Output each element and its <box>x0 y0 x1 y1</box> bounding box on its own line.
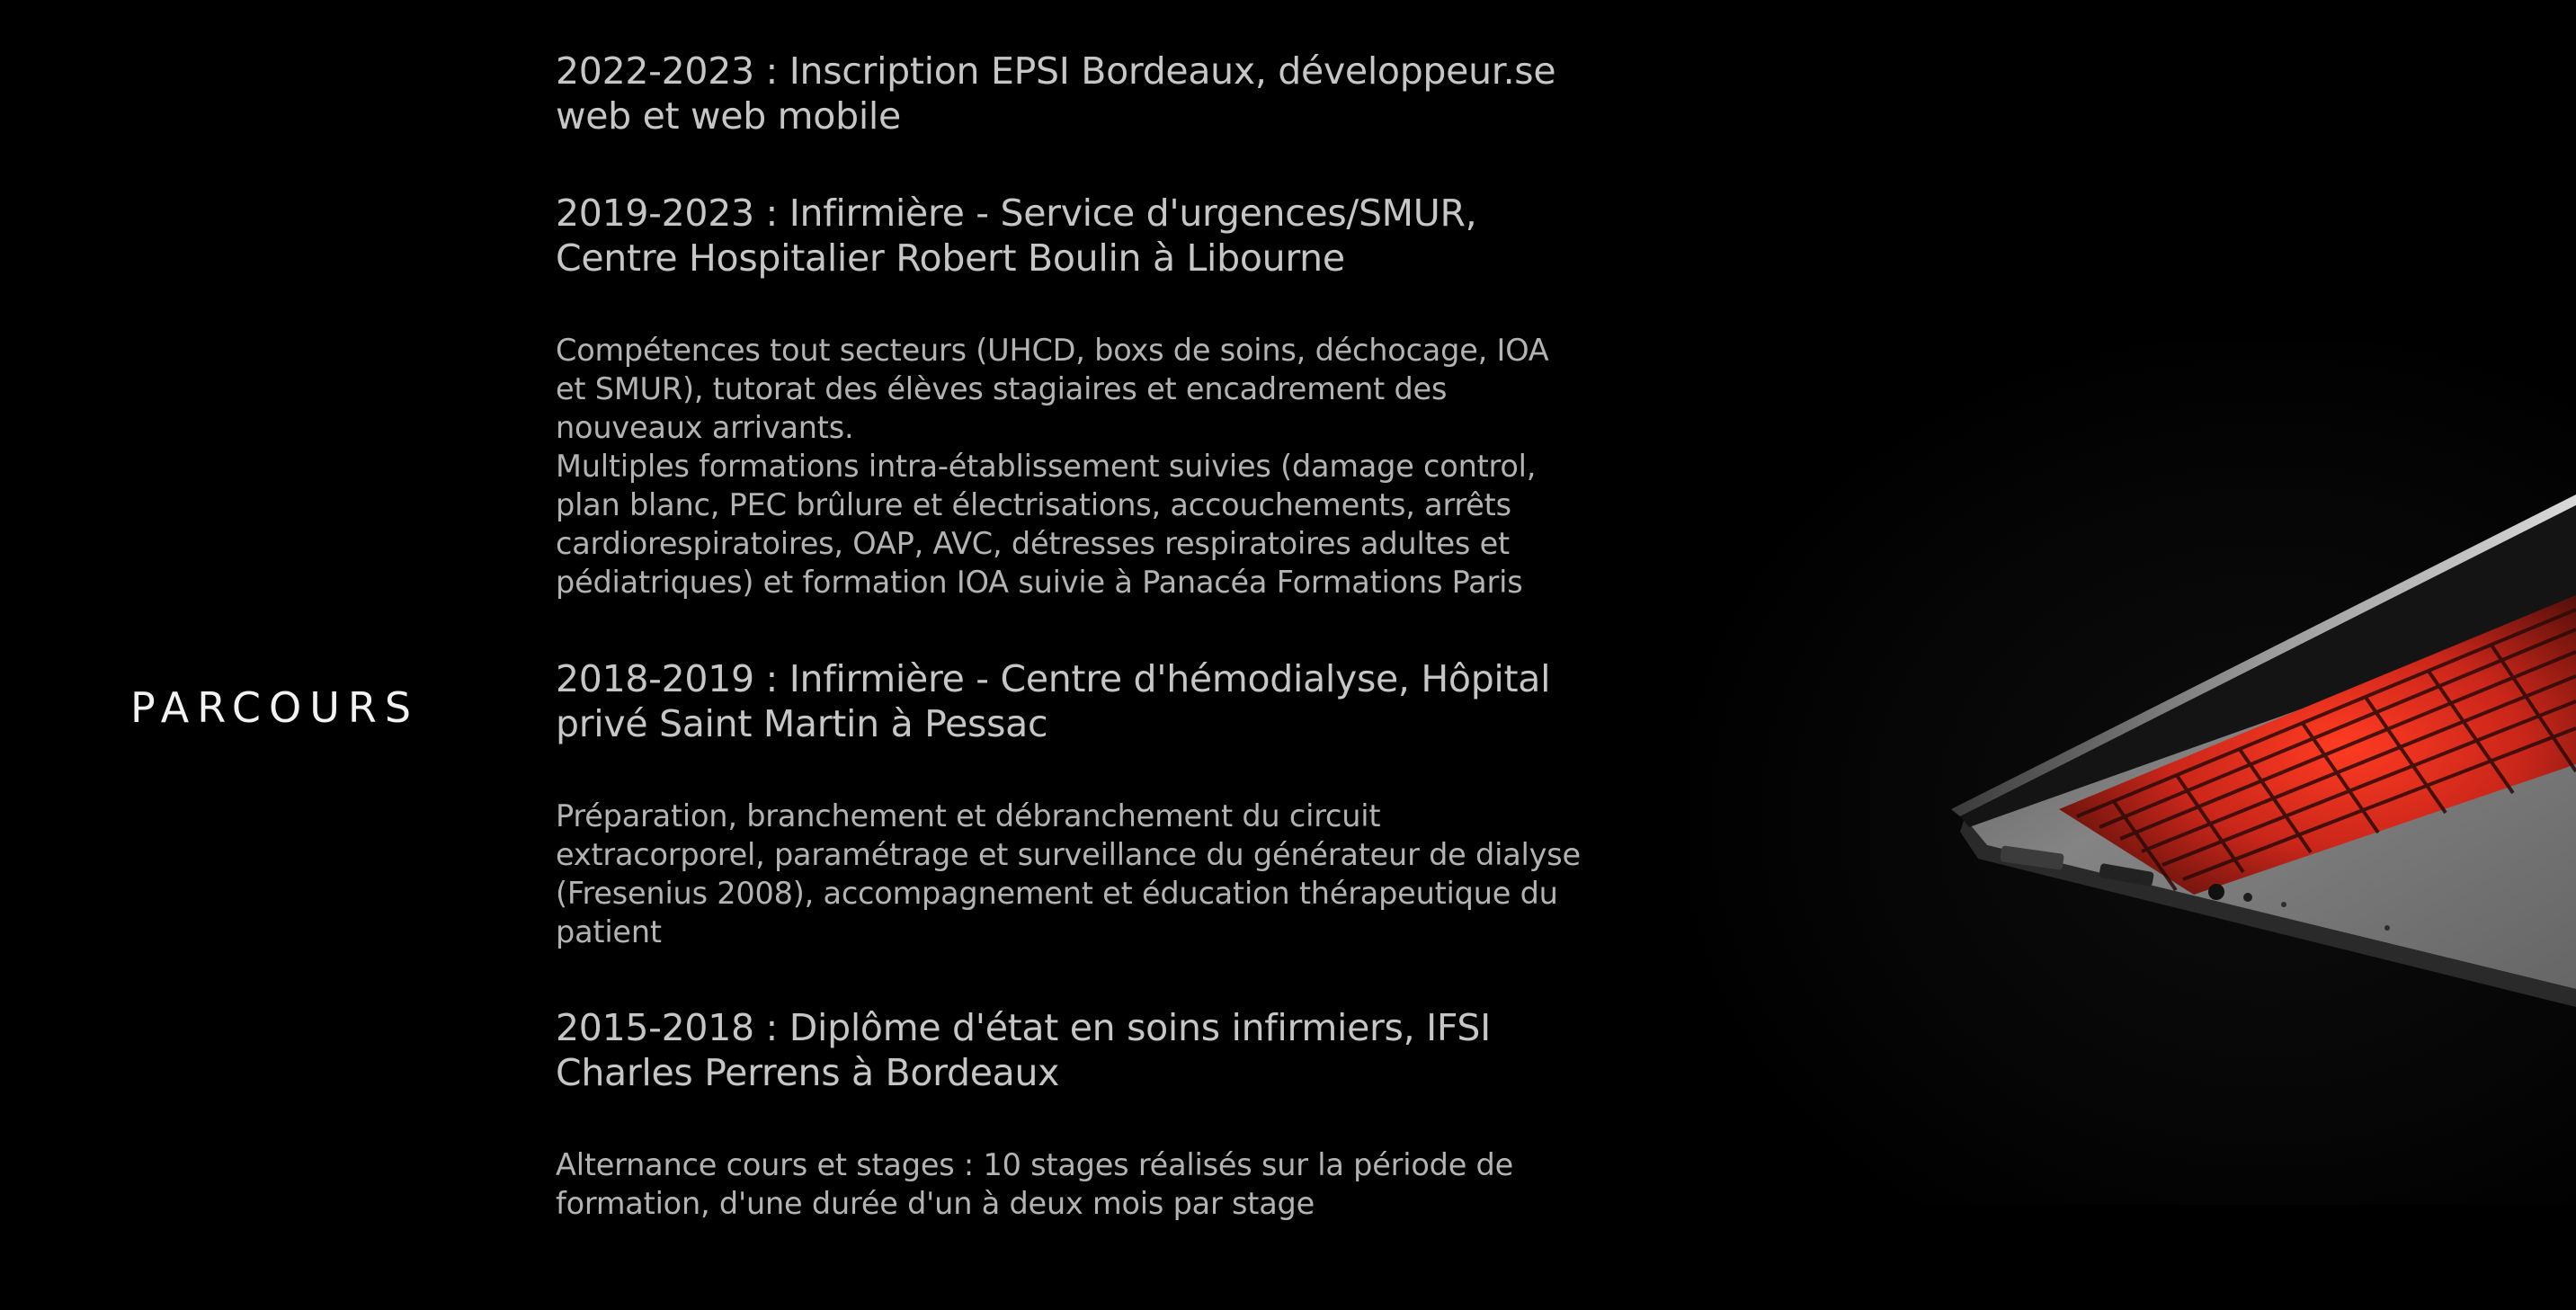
entry-description: Compétences tout secteurs (UHCD, boxs de… <box>556 331 1581 602</box>
description-paragraph: Multiples formations intra-établissement… <box>556 449 1537 600</box>
description-paragraph: Alternance cours et stages : 10 stages r… <box>556 1147 1514 1221</box>
laptop-illustration <box>1951 495 2576 1007</box>
section-title: PARCOURS <box>130 683 420 732</box>
page: PARCOURS 2022-2023 : Inscription EPSI Bo… <box>0 0 2576 1310</box>
description-paragraph: Préparation, branchement et débranchemen… <box>556 798 1581 949</box>
entry-heading: 2018-2019 : Infirmière - Centre d'hémodi… <box>556 657 1551 745</box>
timeline: 2022-2023 : Inscription EPSI Bordeaux, d… <box>556 49 1581 1223</box>
entry-heading: 2019-2023 : Infirmière - Service d'urgen… <box>556 192 1477 280</box>
description-paragraph: Compétences tout secteurs (UHCD, boxs de… <box>556 333 1549 445</box>
entry-description: Alternance cours et stages : 10 stages r… <box>556 1145 1581 1223</box>
entry-heading: 2015-2018 : Diplôme d'état en soins infi… <box>556 1006 1491 1094</box>
entry-description: Préparation, branchement et débranchemen… <box>556 797 1581 951</box>
laptop-photo <box>1690 342 2576 1205</box>
entry-heading: 2022-2023 : Inscription EPSI Bordeaux, d… <box>556 49 1556 138</box>
